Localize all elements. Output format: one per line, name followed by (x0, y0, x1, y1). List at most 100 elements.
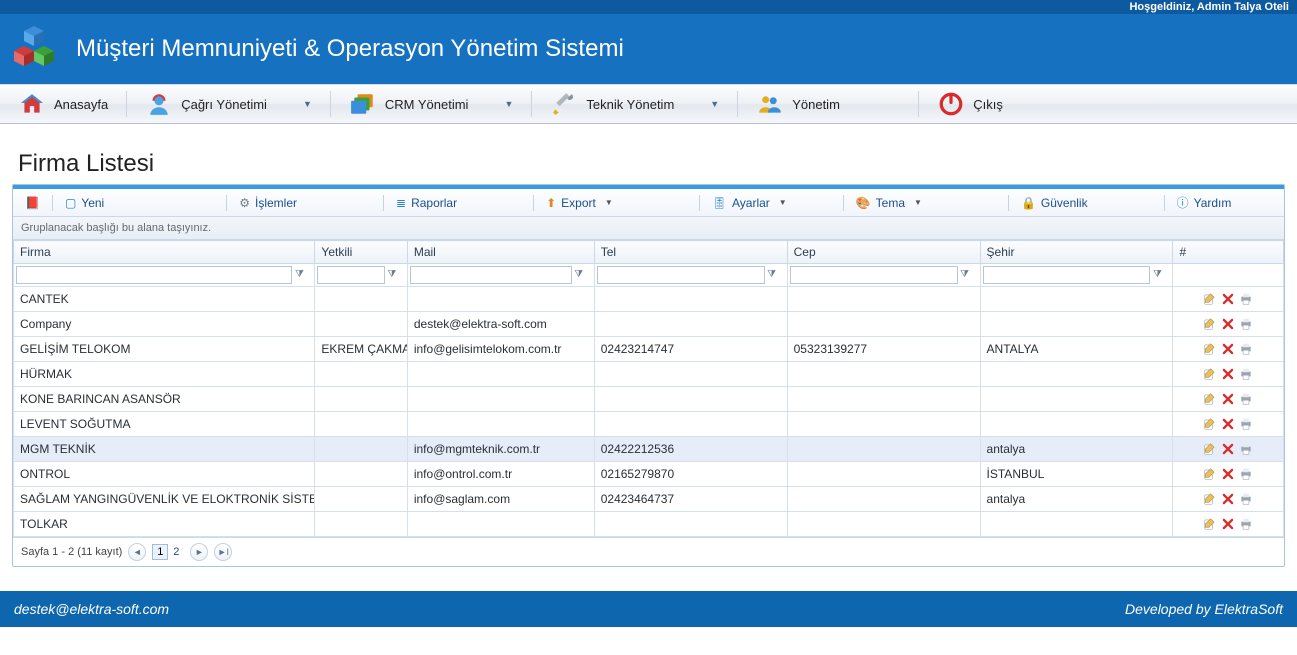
delete-icon[interactable] (1220, 416, 1236, 432)
edit-icon[interactable] (1202, 291, 1218, 307)
table-row[interactable]: LEVENT SOĞUTMA (14, 412, 1284, 437)
nav-home[interactable]: Anasayfa (0, 85, 126, 123)
delete-icon[interactable] (1220, 516, 1236, 532)
footer-email[interactable]: destek@elektra-soft.com (14, 601, 169, 617)
toolbar-separator (383, 195, 384, 211)
filter-yetkili[interactable] (317, 266, 384, 284)
print-icon[interactable] (1238, 441, 1254, 457)
edit-icon[interactable] (1202, 466, 1218, 482)
table-row[interactable]: KONE BARINCAN ASANSÖR (14, 387, 1284, 412)
filter-sehir[interactable] (983, 266, 1151, 284)
home-icon (18, 90, 46, 118)
book-icon: 📕 (25, 196, 40, 210)
pager-page[interactable]: 1 (152, 544, 168, 560)
delete-icon[interactable] (1220, 291, 1236, 307)
print-icon[interactable] (1238, 391, 1254, 407)
export-button[interactable]: ⬆Export▼ (540, 194, 619, 212)
group-hint[interactable]: Gruplanacak başlığı bu alana taşıyınız. (13, 217, 1284, 240)
filter-icon[interactable]: ⧩ (1150, 269, 1164, 280)
operations-button[interactable]: ⚙İşlemler (233, 194, 303, 212)
print-icon[interactable] (1238, 491, 1254, 507)
pager-last[interactable]: ►І (214, 543, 232, 561)
new-button[interactable]: ▢Yeni (59, 194, 110, 212)
filter-icon[interactable]: ⧩ (292, 269, 306, 280)
theme-button[interactable]: 🎨Tema▼ (850, 194, 928, 212)
pager-next[interactable]: ► (190, 543, 208, 561)
nav-call[interactable]: Çağrı Yönetimi ▼ (127, 85, 330, 123)
filter-mail[interactable] (410, 266, 572, 284)
nav-tech-label: Teknik Yönetim (586, 97, 674, 112)
edit-icon[interactable] (1202, 316, 1218, 332)
nav-crm-label: CRM Yönetimi (385, 97, 469, 112)
security-button[interactable]: 🔒Güvenlik (1015, 194, 1094, 212)
filter-icon[interactable]: ⧩ (385, 269, 399, 280)
delete-icon[interactable] (1220, 441, 1236, 457)
edit-icon[interactable] (1202, 391, 1218, 407)
filter-firma[interactable] (16, 266, 292, 284)
edit-icon[interactable] (1202, 416, 1218, 432)
nav-crm[interactable]: CRM Yönetimi ▼ (331, 85, 531, 123)
print-icon[interactable] (1238, 366, 1254, 382)
cell-mail (407, 387, 594, 412)
print-icon[interactable] (1238, 516, 1254, 532)
print-icon[interactable] (1238, 416, 1254, 432)
col-tel[interactable]: Tel (594, 241, 787, 264)
cell-firma: SAĞLAM YANGINGÜVENLİK VE ELOKTRONİK SİST… (14, 487, 315, 512)
pager-page[interactable]: 2 (168, 544, 184, 560)
filter-icon[interactable]: ⧩ (572, 269, 586, 280)
cell-actions (1173, 287, 1284, 312)
table-row[interactable]: TOLKAR (14, 512, 1284, 537)
welcome-bar: Hoşgeldiniz, Admin Talya Oteli (0, 0, 1297, 14)
delete-icon[interactable] (1220, 466, 1236, 482)
edit-icon[interactable] (1202, 441, 1218, 457)
data-grid: Firma Yetkili Mail Tel Cep Şehir # ⧩ ⧩ ⧩… (13, 240, 1284, 537)
cell-mail: info@saglam.com (407, 487, 594, 512)
delete-icon[interactable] (1220, 316, 1236, 332)
help-button[interactable]: ⓘYardım (1171, 192, 1238, 213)
chevron-down-icon: ▼ (504, 99, 513, 109)
col-cep[interactable]: Cep (787, 241, 980, 264)
print-icon[interactable] (1238, 316, 1254, 332)
delete-icon[interactable] (1220, 366, 1236, 382)
print-icon[interactable] (1238, 341, 1254, 357)
chevron-down-icon: ▼ (303, 99, 312, 109)
edit-icon[interactable] (1202, 491, 1218, 507)
table-row[interactable]: GELİŞİM TELOKOMEKREM ÇAKMAKinfo@gelisimt… (14, 337, 1284, 362)
filter-tel[interactable] (597, 266, 765, 284)
nav-exit[interactable]: Çıkış (919, 85, 1021, 123)
table-row[interactable]: SAĞLAM YANGINGÜVENLİK VE ELOKTRONİK SİST… (14, 487, 1284, 512)
table-row[interactable]: Companydestek@elektra-soft.com (14, 312, 1284, 337)
filter-row: ⧩ ⧩ ⧩ ⧩ ⧩ ⧩ (14, 264, 1284, 287)
reports-button[interactable]: ≣Raporlar (390, 194, 463, 212)
col-mail[interactable]: Mail (407, 241, 594, 264)
print-icon[interactable] (1238, 466, 1254, 482)
table-row[interactable]: MGM TEKNİKinfo@mgmteknik.com.tr024222125… (14, 437, 1284, 462)
edit-icon[interactable] (1202, 516, 1218, 532)
table-row[interactable]: CANTEK (14, 287, 1284, 312)
settings-label: Ayarlar (732, 196, 770, 210)
theme-label: Tema (876, 196, 905, 210)
cell-yetkili (315, 487, 407, 512)
col-firma[interactable]: Firma (14, 241, 315, 264)
delete-icon[interactable] (1220, 491, 1236, 507)
filter-icon[interactable]: ⧩ (958, 269, 972, 280)
book-icon-button[interactable]: 📕 (19, 194, 46, 212)
filter-cep[interactable] (790, 266, 958, 284)
col-sehir[interactable]: Şehir (980, 241, 1173, 264)
pager-prev[interactable]: ◄ (128, 543, 146, 561)
cell-yetkili (315, 362, 407, 387)
cell-actions (1173, 512, 1284, 537)
nav-admin[interactable]: Yönetim (738, 85, 918, 123)
filter-icon[interactable]: ⧩ (765, 269, 779, 280)
table-row[interactable]: ONTROLinfo@ontrol.com.tr02165279870İSTAN… (14, 462, 1284, 487)
edit-icon[interactable] (1202, 366, 1218, 382)
delete-icon[interactable] (1220, 391, 1236, 407)
col-yetkili[interactable]: Yetkili (315, 241, 407, 264)
edit-icon[interactable] (1202, 341, 1218, 357)
table-row[interactable]: HÜRMAK (14, 362, 1284, 387)
col-actions[interactable]: # (1173, 241, 1284, 264)
settings-button[interactable]: 🎚Ayarlar▼ (706, 194, 793, 212)
print-icon[interactable] (1238, 291, 1254, 307)
nav-tech[interactable]: Teknik Yönetim ▼ (532, 85, 737, 123)
delete-icon[interactable] (1220, 341, 1236, 357)
